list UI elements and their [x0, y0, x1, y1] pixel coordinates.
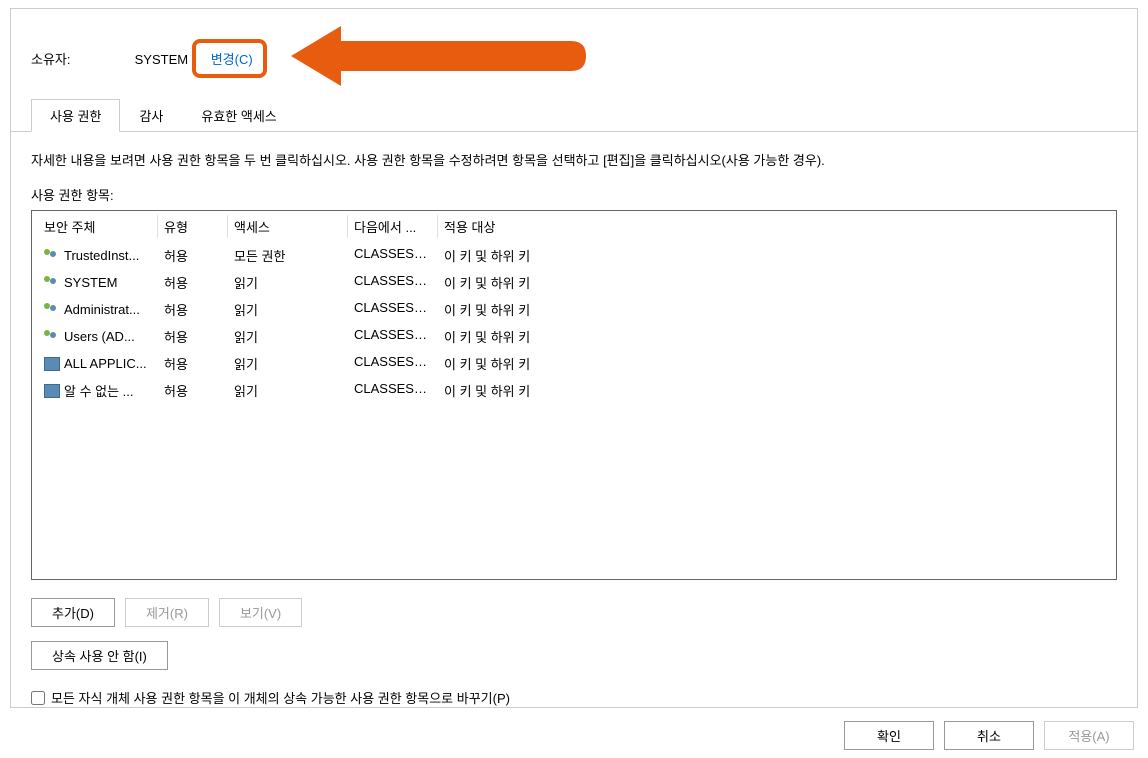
permission-row[interactable]: TrustedInst... 허용모든 권한CLASSES_...이 키 및 하위…: [32, 242, 1116, 269]
ok-button[interactable]: 확인: [844, 721, 934, 750]
applies-to-cell: 이 키 및 하위 키: [438, 352, 713, 375]
replace-child-permissions-label: 모든 자식 개체 사용 권한 항목을 이 개체의 상속 가능한 사용 권한 항목…: [51, 688, 510, 707]
package-icon: [44, 357, 60, 371]
dialog-footer-buttons: 확인 취소 적용(A): [844, 721, 1134, 750]
column-header-applies-to[interactable]: 적용 대상: [438, 215, 1110, 238]
disable-inheritance-button[interactable]: 상속 사용 안 함(I): [31, 641, 168, 670]
arrow-annotation-icon: [291, 21, 591, 91]
applies-to-cell: 이 키 및 하위 키: [438, 325, 713, 348]
principal-cell: Administrat...: [38, 298, 158, 321]
users-icon: [44, 303, 60, 317]
permission-list[interactable]: 보안 주체 유형 액세스 다음에서 ... 적용 대상 TrustedInst.…: [31, 210, 1117, 580]
principal-cell: 알 수 없는 ...: [38, 379, 158, 402]
users-icon: [44, 276, 60, 290]
access-cell: 읽기: [228, 379, 348, 402]
inherited-from-cell: CLASSES_...: [348, 325, 438, 348]
principal-text: SYSTEM: [64, 275, 117, 290]
principal-text: ALL APPLIC...: [64, 356, 147, 371]
remove-button: 제거(R): [125, 598, 209, 627]
owner-value: SYSTEM: [135, 52, 188, 67]
principal-cell: Users (AD...: [38, 325, 158, 348]
access-cell: 읽기: [228, 325, 348, 348]
permission-header-row: 보안 주체 유형 액세스 다음에서 ... 적용 대상: [32, 211, 1116, 242]
type-cell: 허용: [158, 298, 228, 321]
type-cell: 허용: [158, 325, 228, 348]
permission-row[interactable]: SYSTEM 허용읽기CLASSES_...이 키 및 하위 키: [32, 269, 1116, 296]
type-cell: 허용: [158, 379, 228, 402]
principal-text: Users (AD...: [64, 329, 135, 344]
cancel-button[interactable]: 취소: [944, 721, 1034, 750]
tab-effective-access[interactable]: 유효한 액세스: [182, 99, 295, 132]
principal-text: TrustedInst...: [64, 248, 139, 263]
type-cell: 허용: [158, 244, 228, 267]
principal-cell: ALL APPLIC...: [38, 352, 158, 375]
permission-list-label: 사용 권한 항목:: [31, 185, 1117, 204]
owner-section: 소유자: SYSTEM 변경(C): [11, 9, 1137, 98]
inherited-from-cell: CLASSES_...: [348, 352, 438, 375]
security-settings-dialog: 소유자: SYSTEM 변경(C) 사용 권한 감사 유효한 액세스 자세한 내…: [10, 8, 1138, 708]
package-icon: [44, 384, 60, 398]
permission-row[interactable]: ALL APPLIC... 허용읽기CLASSES_...이 키 및 하위 키: [32, 350, 1116, 377]
type-cell: 허용: [158, 352, 228, 375]
column-header-type[interactable]: 유형: [158, 215, 228, 238]
principal-cell: TrustedInst...: [38, 244, 158, 267]
inherited-from-cell: CLASSES_...: [348, 298, 438, 321]
inherited-from-cell: CLASSES_...: [348, 379, 438, 402]
applies-to-cell: 이 키 및 하위 키: [438, 298, 713, 321]
permission-row[interactable]: Users (AD... 허용읽기CLASSES_...이 키 및 하위 키: [32, 323, 1116, 350]
applies-to-cell: 이 키 및 하위 키: [438, 271, 713, 294]
change-owner-link[interactable]: 변경(C): [201, 43, 263, 74]
applies-to-cell: 이 키 및 하위 키: [438, 379, 713, 402]
permission-row[interactable]: Administrat... 허용읽기CLASSES_...이 키 및 하위 키: [32, 296, 1116, 323]
type-cell: 허용: [158, 271, 228, 294]
users-icon: [44, 249, 60, 263]
column-header-inherited-from[interactable]: 다음에서 ...: [348, 215, 438, 238]
change-link-highlight: 변경(C): [192, 39, 267, 78]
access-cell: 읽기: [228, 298, 348, 321]
action-button-row: 추가(D) 제거(R) 보기(V): [31, 598, 1117, 627]
owner-label: 소유자:: [31, 49, 131, 68]
tab-auditing[interactable]: 감사: [120, 99, 182, 132]
replace-child-permissions-checkbox[interactable]: [31, 691, 45, 705]
users-icon: [44, 330, 60, 344]
column-header-principal[interactable]: 보안 주체: [38, 215, 158, 238]
access-cell: 읽기: [228, 352, 348, 375]
principal-cell: SYSTEM: [38, 271, 158, 294]
instruction-text: 자세한 내용을 보려면 사용 권한 항목을 두 번 클릭하십시오. 사용 권한 …: [31, 150, 1117, 169]
add-button[interactable]: 추가(D): [31, 598, 115, 627]
permission-row[interactable]: 알 수 없는 ... 허용읽기CLASSES_...이 키 및 하위 키: [32, 377, 1116, 404]
apply-button: 적용(A): [1044, 721, 1134, 750]
inherit-button-row: 상속 사용 안 함(I): [31, 641, 1117, 670]
inherited-from-cell: CLASSES_...: [348, 244, 438, 267]
access-cell: 읽기: [228, 271, 348, 294]
tab-bar: 사용 권한 감사 유효한 액세스: [11, 98, 1137, 132]
principal-text: Administrat...: [64, 302, 140, 317]
view-button: 보기(V): [219, 598, 302, 627]
applies-to-cell: 이 키 및 하위 키: [438, 244, 713, 267]
column-header-access[interactable]: 액세스: [228, 215, 348, 238]
inherited-from-cell: CLASSES_...: [348, 271, 438, 294]
access-cell: 모든 권한: [228, 244, 348, 267]
tab-permissions[interactable]: 사용 권한: [31, 99, 120, 132]
replace-child-checkbox-row: 모든 자식 개체 사용 권한 항목을 이 개체의 상속 가능한 사용 권한 항목…: [31, 688, 1117, 707]
permissions-content: 자세한 내용을 보려면 사용 권한 항목을 두 번 클릭하십시오. 사용 권한 …: [11, 132, 1137, 725]
principal-text: 알 수 없는 ...: [64, 381, 134, 400]
